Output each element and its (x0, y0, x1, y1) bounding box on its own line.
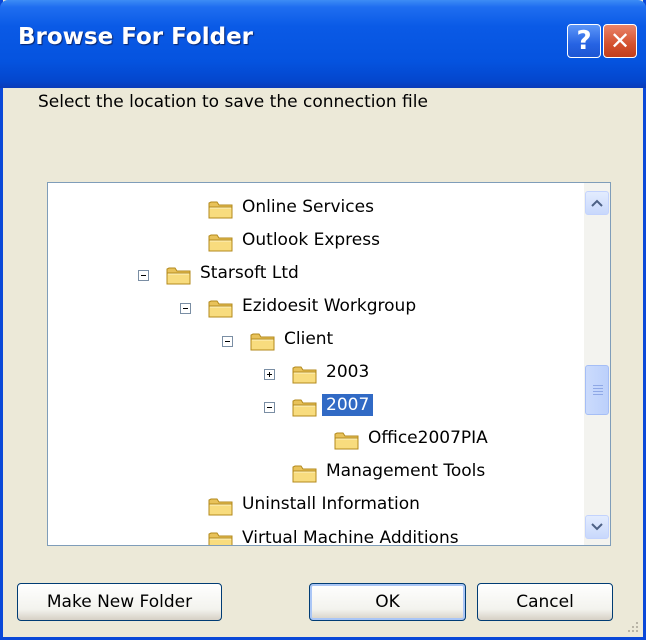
tree-item-label: Outlook Express (242, 230, 380, 250)
folder-icon (208, 234, 233, 252)
tree-item[interactable]: Client (48, 325, 584, 357)
folder-icon (208, 532, 233, 545)
tree-item-label: Virtual Machine Additions (242, 528, 459, 546)
tree-item-label: Online Services (242, 197, 374, 217)
collapse-icon[interactable] (138, 270, 149, 281)
tree-item[interactable]: Management Tools (48, 457, 584, 489)
close-icon: ✕ (609, 27, 631, 55)
folder-icon (208, 201, 233, 219)
expand-icon[interactable] (264, 369, 275, 380)
instruction-text: Select the location to save the connecti… (38, 92, 428, 112)
cancel-label: Cancel (516, 592, 574, 612)
help-icon: ? (576, 26, 592, 56)
tree-item[interactable]: Ezidoesit Workgroup (48, 292, 584, 324)
scroll-up-button[interactable] (585, 191, 609, 215)
tree-item-label: Ezidoesit Workgroup (242, 296, 417, 316)
tree-item[interactable]: Virtual Machine Additions (48, 524, 584, 546)
title-bar[interactable]: Browse For Folder ? ✕ (0, 0, 646, 88)
grip-line (593, 394, 603, 395)
tree-item-label: Uninstall Information (242, 494, 420, 514)
scroll-down-button[interactable] (585, 515, 609, 539)
window-title: Browse For Folder (18, 24, 254, 50)
cancel-button[interactable]: Cancel (477, 583, 613, 621)
tree-item[interactable]: Outlook Express (48, 226, 584, 258)
tree-item[interactable]: Uninstall Information (48, 490, 584, 522)
chevron-down-icon (591, 523, 603, 531)
tree-item-label: Client (284, 329, 334, 349)
grip-line (593, 388, 603, 389)
grip-line (593, 385, 603, 386)
tree-item[interactable]: 2007 (48, 391, 584, 423)
collapse-icon[interactable] (180, 303, 191, 314)
tree-item-label: 2007 (322, 394, 374, 416)
make-new-folder-button[interactable]: Make New Folder (17, 583, 222, 621)
ok-label: OK (375, 592, 400, 612)
close-button[interactable]: ✕ (603, 24, 637, 58)
folder-icon (208, 498, 233, 516)
tree-item[interactable]: 2003 (48, 358, 584, 390)
ok-button[interactable]: OK (309, 583, 466, 621)
folder-icon (292, 465, 317, 483)
tree-item[interactable]: Starsoft Ltd (48, 259, 584, 291)
help-button[interactable]: ? (567, 24, 601, 58)
tree-item-label: Management Tools (326, 461, 486, 481)
folder-tree[interactable]: Online Services Outlook Express Starsoft L… (47, 182, 611, 546)
tree-item-label: Office2007PIA (368, 428, 488, 448)
make-new-folder-label: Make New Folder (46, 592, 193, 612)
scroll-thumb[interactable] (585, 365, 609, 415)
browse-for-folder-dialog: Browse For Folder ? ✕ Select the locatio… (0, 0, 646, 640)
folder-icon (292, 366, 317, 384)
folder-icon (334, 432, 359, 450)
folder-icon (166, 267, 191, 285)
folder-icon (250, 333, 275, 351)
collapse-icon[interactable] (222, 336, 233, 347)
resize-grip[interactable] (626, 620, 640, 634)
vertical-scrollbar[interactable] (584, 183, 610, 545)
tree-item[interactable]: Office2007PIA (48, 424, 584, 456)
tree-item-label: 2003 (326, 362, 370, 382)
grip-line (593, 391, 603, 392)
folder-icon (208, 300, 233, 318)
tree-item[interactable]: Online Services (48, 193, 584, 225)
collapse-icon[interactable] (264, 402, 275, 413)
tree-item-label: Starsoft Ltd (200, 263, 299, 283)
folder-icon (292, 399, 317, 417)
chevron-up-icon (591, 199, 603, 207)
